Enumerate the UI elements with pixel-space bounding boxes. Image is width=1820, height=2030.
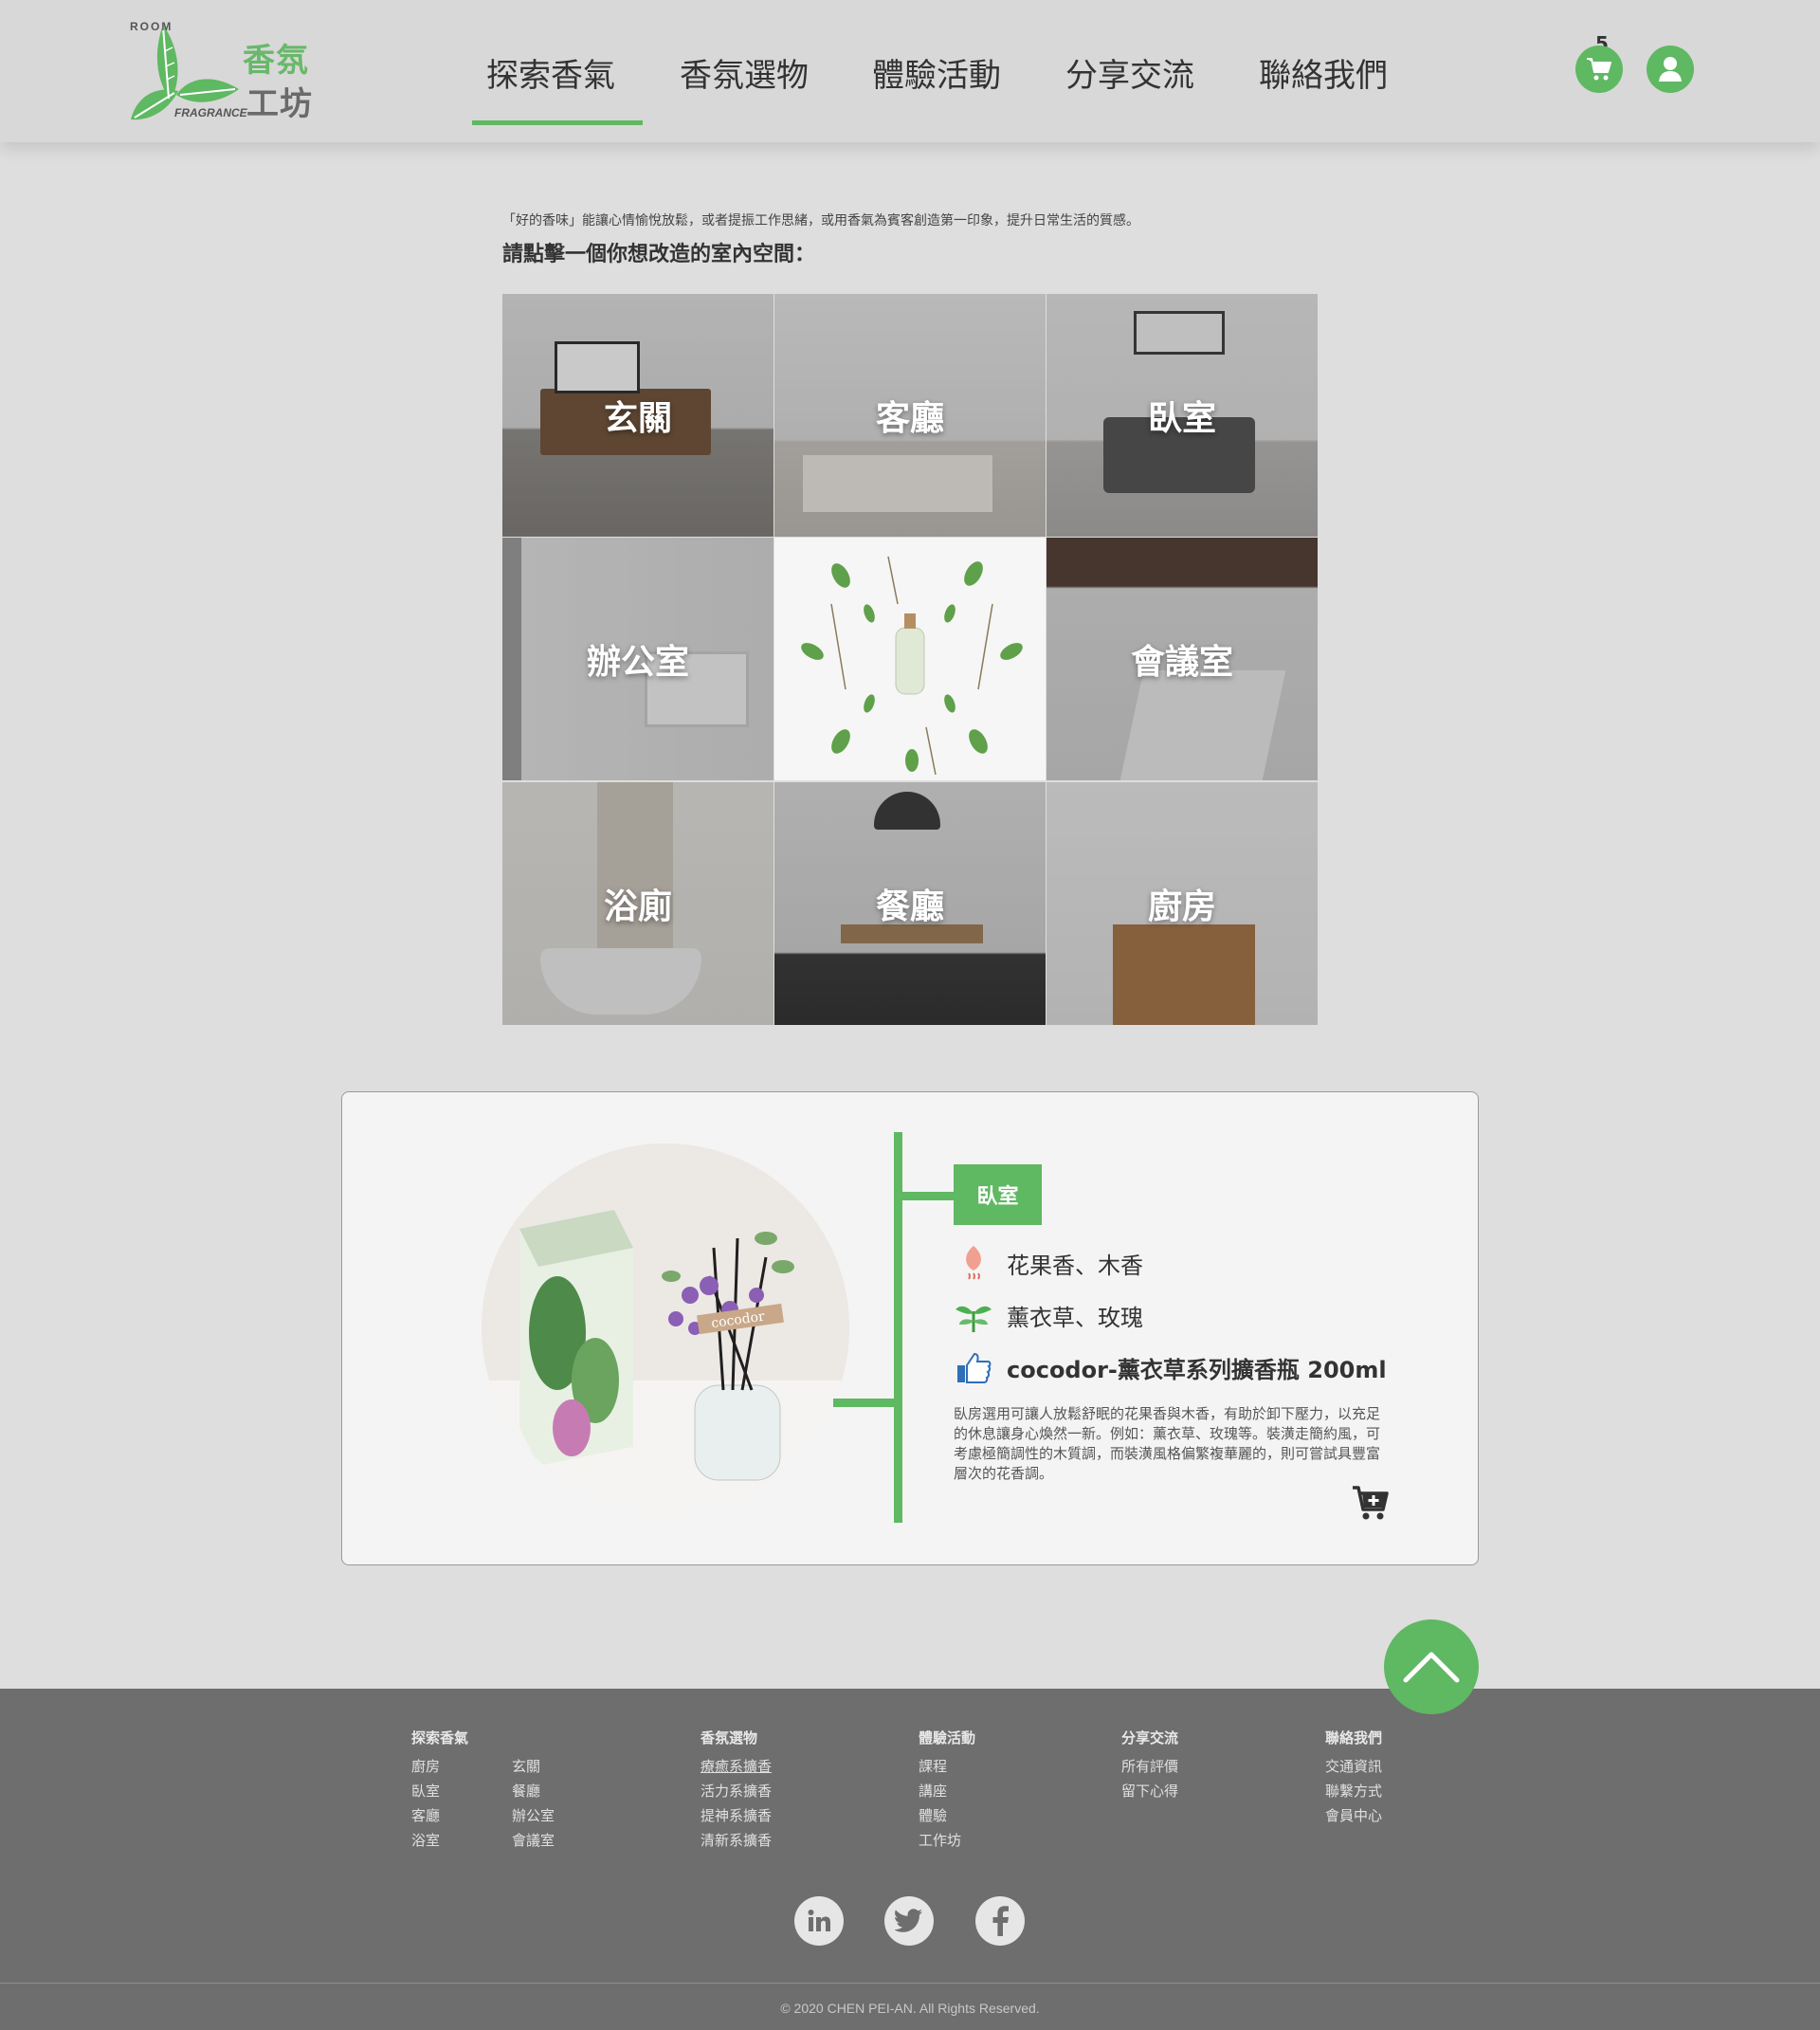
diffuser-product-image: cocodor: [482, 1143, 849, 1511]
footer-link[interactable]: 會議室: [512, 1830, 555, 1850]
footer-link[interactable]: 課程: [919, 1756, 947, 1776]
room-label: 會議室: [1130, 643, 1233, 682]
timeline-branch: [902, 1192, 959, 1200]
footer-link[interactable]: 工作坊: [919, 1830, 961, 1850]
room-tile-diffuser-image: [774, 538, 1046, 780]
footer-link[interactable]: 會員中心: [1325, 1805, 1382, 1825]
leaf-icon: [952, 1294, 995, 1336]
herb-text: 薰衣草、玫瑰: [1007, 1304, 1143, 1331]
herb-row: 薰衣草、玫瑰: [952, 1294, 1143, 1336]
room-tile-entrance[interactable]: 玄關: [502, 294, 774, 537]
cart-button[interactable]: [1575, 46, 1623, 93]
user-icon: [1659, 57, 1682, 82]
site-footer: 探索香氣 廚房 臥室 客廳 浴室 玄關 餐廳 辦公室 會議室 香氛選物 療癒系擴…: [0, 1689, 1820, 2030]
footer-link[interactable]: 清新系擴香: [701, 1830, 772, 1850]
nav-share[interactable]: 分享交流: [1065, 49, 1194, 96]
footer-divider: [0, 1983, 1820, 1984]
footer-link[interactable]: 講座: [919, 1781, 947, 1801]
feature-description: 臥房選用可讓人放鬆舒眠的花果香與木香，有助於卸下壓力，以充足的休息讓身心煥然一新…: [954, 1405, 1381, 1482]
footer-link[interactable]: 所有評價: [1121, 1756, 1178, 1776]
timeline-line: [894, 1132, 902, 1523]
facebook-icon: [992, 1906, 1009, 1936]
room-tile-office[interactable]: 辦公室: [502, 538, 774, 780]
footer-link[interactable]: 客廳: [411, 1805, 440, 1825]
room-tile-living-room[interactable]: 客廳: [774, 294, 1046, 537]
intro-title: 請點擊一個你想改造的室內空間：: [502, 243, 816, 266]
footer-col-title: 探索香氣: [411, 1729, 469, 1747]
footer-col-title: 聯絡我們: [1325, 1729, 1383, 1747]
footer-link[interactable]: 廚房: [411, 1756, 440, 1776]
site-header: ROOM 香氛 工坊 FRAGRANCE 探索香氣 香氛選物 體驗活動 分享交流…: [0, 0, 1820, 142]
room-label: 辦公室: [586, 643, 689, 682]
footer-link[interactable]: 玄關: [512, 1756, 540, 1776]
facebook-button[interactable]: [975, 1896, 1025, 1946]
footer-link[interactable]: 臥室: [411, 1781, 440, 1801]
scent-row: 花果香、木香: [952, 1242, 1143, 1284]
logo-main-text: 香氛: [243, 42, 309, 80]
nav-explore[interactable]: 探索香氣: [486, 49, 615, 96]
room-label: 餐廳: [875, 887, 944, 926]
footer-col-title: 體驗活動: [919, 1729, 976, 1747]
product-image: cocodor: [482, 1143, 849, 1511]
footer-col-title: 分享交流: [1121, 1729, 1179, 1747]
copyright-text: © 2020 CHEN PEI-AN. All Rights Reserved.: [780, 2001, 1040, 2016]
footer-link[interactable]: 提神系擴香: [701, 1805, 772, 1825]
room-feature-card: cocodor 臥室 花果香、木香 薰衣草、玫瑰 cocodor-薰衣草系列擴香…: [341, 1091, 1479, 1565]
intro-subtitle: 「好的香味」能讓心情愉悅放鬆，或者提振工作思緒，或用香氣為賓客創造第一印象，提升…: [502, 213, 1139, 229]
timeline-branch: [833, 1399, 894, 1407]
room-tile-kitchen[interactable]: 廚房: [1046, 782, 1318, 1025]
back-to-top-button[interactable]: [1384, 1619, 1479, 1714]
twitter-icon: [895, 1909, 922, 1932]
site-logo[interactable]: ROOM 香氛 工坊 FRAGRANCE: [127, 13, 313, 127]
logo-room-text: ROOM: [130, 20, 173, 33]
thumbs-up-icon: [952, 1346, 995, 1388]
room-tag: 臥室: [954, 1164, 1042, 1225]
nav-contact[interactable]: 聯絡我們: [1259, 49, 1388, 96]
room-label: 廚房: [1147, 887, 1216, 926]
footer-link[interactable]: 療癒系擴香: [701, 1756, 772, 1776]
room-tile-meeting-room[interactable]: 會議室: [1046, 538, 1318, 780]
footer-link[interactable]: 留下心得: [1121, 1781, 1178, 1801]
room-label: 客廳: [875, 399, 944, 438]
room-label: 浴廁: [603, 887, 672, 926]
logo-fragrance-text: FRAGRANCE: [174, 106, 247, 119]
product-name[interactable]: cocodor-薰衣草系列擴香瓶 200ml: [1007, 1351, 1387, 1384]
nav-activities[interactable]: 體驗活動: [872, 49, 1001, 96]
product-row: cocodor-薰衣草系列擴香瓶 200ml: [952, 1346, 1387, 1388]
footer-link[interactable]: 聯繫方式: [1325, 1781, 1382, 1801]
footer-link[interactable]: 活力系擴香: [701, 1781, 772, 1801]
logo-sub-text: 工坊: [246, 85, 313, 123]
add-to-cart-icon: [1353, 1486, 1389, 1520]
footer-col-title: 香氛選物: [701, 1729, 758, 1747]
herb-flatlay-image: [801, 556, 1023, 776]
cart-icon: [1587, 58, 1611, 81]
room-tile-dining-room[interactable]: 餐廳: [774, 782, 1046, 1025]
scent-text: 花果香、木香: [1007, 1252, 1143, 1279]
room-label: 臥室: [1147, 399, 1216, 438]
footer-link[interactable]: 體驗: [919, 1805, 947, 1825]
nav-active-indicator: [472, 120, 643, 125]
footer-link[interactable]: 餐廳: [512, 1781, 540, 1801]
footer-link[interactable]: 浴室: [411, 1830, 440, 1850]
chevron-up-icon: [1403, 1652, 1460, 1683]
user-account-button[interactable]: [1647, 46, 1694, 93]
nav-products[interactable]: 香氛選物: [680, 49, 809, 96]
room-tile-bathroom[interactable]: 浴廁: [502, 782, 774, 1025]
flower-icon: [952, 1242, 995, 1284]
twitter-button[interactable]: [884, 1896, 934, 1946]
footer-link[interactable]: 交通資訊: [1325, 1756, 1382, 1776]
linkedin-button[interactable]: [794, 1896, 844, 1946]
room-grid: 玄關 客廳 臥室 辦公室 會議室 浴廁 餐廳 廚房: [502, 294, 1319, 1025]
room-tile-bedroom[interactable]: 臥室: [1046, 294, 1318, 537]
footer-link[interactable]: 辦公室: [512, 1805, 555, 1825]
room-label: 玄關: [603, 399, 672, 438]
add-to-cart-button[interactable]: [1345, 1479, 1396, 1527]
linkedin-icon: [808, 1910, 830, 1931]
